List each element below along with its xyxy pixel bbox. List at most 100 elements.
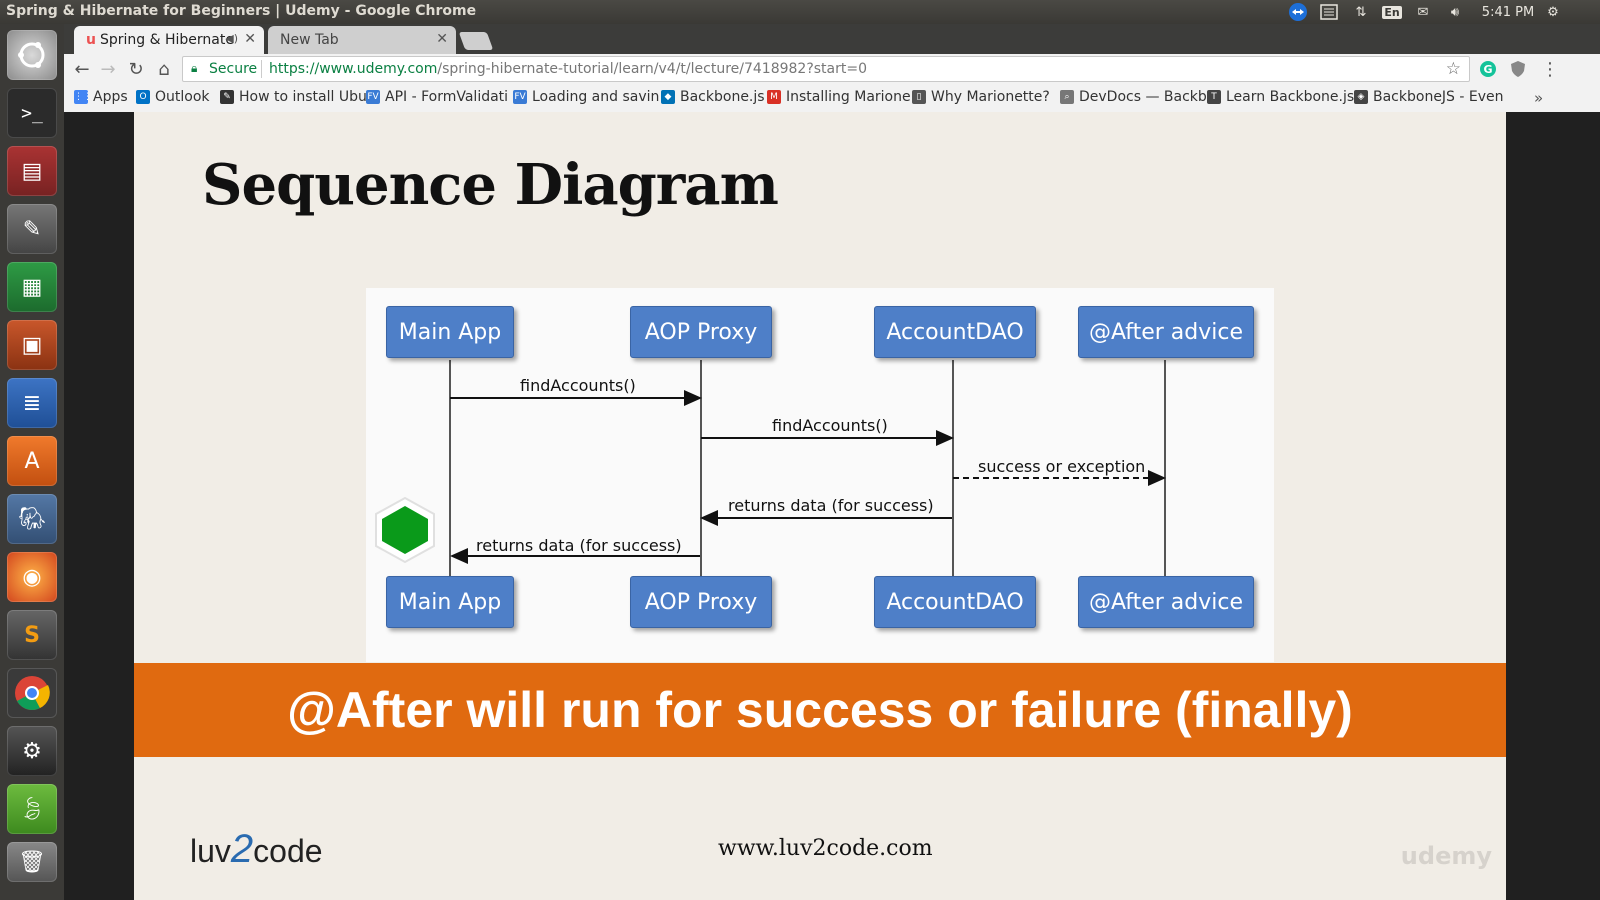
sublime-text-icon[interactable]: S [7,610,57,660]
bookmark-backbone[interactable]: ◆ Backbone.js [661,89,765,105]
tab-audio-icon[interactable]: ◀) [225,32,238,45]
gmail-icon: M [767,90,781,104]
outlook-icon: O [136,90,150,104]
terminal-icon[interactable]: >_ [7,88,57,138]
udemy-watermark: udemy [1400,842,1492,870]
bookmark-formvalidation-api[interactable]: FV API - FormValidati [366,89,508,105]
bookmark-backbonejs-events[interactable]: ◈ BackboneJS - Even [1354,89,1504,105]
bookmark-devdocs[interactable]: ⌕ DevDocs — Backb [1060,89,1207,105]
bookmark-label: BackboneJS - Even [1373,89,1504,105]
eclipse-javaee-icon[interactable]: ⚙ [7,726,57,776]
bookmark-apps[interactable]: ⋮⋮ Apps [74,89,128,105]
bookmark-label: Apps [93,89,128,105]
home-icon[interactable]: ⌂ [152,57,176,81]
book-icon: ▯ [912,90,926,104]
bookmark-outlook[interactable]: O Outlook [136,89,210,105]
bookmarks-overflow-chevron-icon[interactable]: » [1534,89,1543,107]
bookmark-star-icon[interactable]: ☆ [1446,59,1461,79]
bookmark-how-to-install[interactable]: ✎ How to install Ubu [220,89,367,105]
logo-part-3: code [253,833,323,869]
presentation-icon[interactable]: ▣ [7,320,57,370]
new-tab-button[interactable] [458,32,494,50]
clock[interactable]: 5:41 PM [1478,2,1538,22]
lecture-slide: Sequence Diagram Main App AOP Proxy Acco… [134,112,1506,900]
mail-envelope-icon[interactable]: ✉ [1412,2,1434,22]
lock-icon: 🔒︎ [191,61,198,75]
network-arrows-icon[interactable]: ⇅ [1350,2,1372,22]
bookmark-label: Outlook [155,89,210,105]
message-label: returns data (for success) [476,536,682,555]
logo-part-1: luv [190,833,231,869]
bookmark-label: Backbone.js [680,89,765,105]
chrome-icon[interactable] [7,668,57,718]
bookmark-label: Installing Marione [786,89,911,105]
firefox-icon[interactable]: ◉ [7,552,57,602]
browser-chrome: u Spring & Hibernatе ◀) ✕ New Tab ✕ ← → ↻… [64,24,1600,112]
luv2code-logo: luv2code [190,827,323,872]
message-label: success or exception [978,457,1146,476]
trash-icon[interactable]: 🗑︎ [7,842,57,882]
green-hexagon-marker-icon [375,496,435,564]
browser-toolbar: ← → ↻ ⌂ 🔒︎ Secure https://www.udemy.com/… [64,54,1600,84]
keyboard-layout-indicator[interactable]: En [1380,2,1404,22]
software-center-icon[interactable]: A [7,436,57,486]
back-arrow-icon[interactable]: ← [70,57,94,81]
fv-icon: FV [366,90,380,104]
bookmarks-bar: ⋮⋮ Apps O Outlook ✎ How to install Ubu FV AP… [64,84,1600,112]
backbone-icon: ◆ [661,90,675,104]
logo-part-2: 2 [230,827,254,871]
url-scheme: https:// [269,61,320,77]
bookmark-why-marionette[interactable]: ▯ Why Marionette? [912,89,1050,105]
tab-udemy[interactable]: u Spring & Hibernatе ◀) ✕ [74,26,264,54]
video-player[interactable]: Sequence Diagram Main App AOP Proxy Acco… [64,112,1600,900]
file-cabinet-icon[interactable]: ▤ [7,146,57,196]
bookmark-loading-saving[interactable]: FV Loading and savin [513,89,659,105]
menu-kebab-icon[interactable]: ⋮ [1538,57,1562,81]
unity-launcher: >_ ▤ ✎ ▦ ▣ ≣ A 🐘︎ ◉ S ⚙ 🍃︎ 🗑︎ [0,24,64,900]
url-host: www.udemy.com [319,61,438,77]
spring-tool-suite-icon[interactable]: 🍃︎ [7,784,57,834]
message-label: findAccounts() [520,376,636,395]
url-text[interactable]: https://www.udemy.com/spring-hibernate-t… [269,61,867,77]
url-path: /spring-hibernate-tutorial/learn/v4/t/le… [437,61,868,77]
text-document-icon[interactable]: ≣ [7,378,57,428]
slide-banner: @After will run for success or failure (… [134,663,1506,757]
tab-close-icon[interactable]: ✕ [436,31,448,47]
message-label: returns data (for success) [728,496,934,515]
sequence-diagram: Main App AOP Proxy AccountDAO @After adv… [366,288,1274,662]
grammarly-extension-icon[interactable]: G [1476,57,1500,81]
bookmark-installing-marionette[interactable]: M Installing Marione [767,89,911,105]
system-settings-gear-icon[interactable]: ⚙ [1542,2,1564,22]
diamond-icon: ◈ [1354,90,1368,104]
secure-label: Secure [209,61,258,77]
spreadsheet-icon[interactable]: ▦ [7,262,57,312]
system-top-panel: Spring & Hibernate for Beginners | Udemy… [0,0,1600,24]
svg-text:G: G [1483,63,1492,76]
system-tools-icon[interactable]: ✎ [7,204,57,254]
message-label: findAccounts() [772,416,888,435]
address-bar[interactable]: 🔒︎ Secure https://www.udemy.com/spring-h… [182,56,1470,82]
bookmark-label: Learn Backbone.js [1226,89,1355,105]
apps-grid-icon: ⋮⋮ [74,90,92,104]
tab-new-tab[interactable]: New Tab ✕ [268,26,456,54]
blog-icon: ✎ [220,90,234,104]
bookmark-learn-backbone[interactable]: T Learn Backbone.js [1207,89,1354,105]
keyboard-layout-label: En [1382,5,1402,19]
shield-extension-icon[interactable] [1506,57,1530,81]
tab-close-icon[interactable]: ✕ [244,31,256,47]
tab-label: Spring & Hibernatе [99,32,234,48]
devdocs-icon: ⌕ [1060,90,1074,104]
teamviewer-icon[interactable] [1287,2,1309,22]
website-url: www.luv2code.com [718,836,933,861]
postgresql-elephant-icon[interactable]: 🐘︎ [7,494,57,544]
address-separator [261,60,262,78]
clipboard-indicator-icon[interactable] [1318,2,1340,22]
reload-icon[interactable]: ↻ [124,57,148,81]
volume-icon[interactable]: 🔊︎ [1442,2,1468,22]
ubuntu-dash-icon[interactable] [7,30,57,80]
text-icon: T [1207,90,1221,104]
bookmark-label: API - FormValidati [385,89,509,105]
forward-arrow-icon[interactable]: → [96,57,120,81]
slide-title: Sequence Diagram [202,152,779,218]
fv-icon: FV [513,90,527,104]
